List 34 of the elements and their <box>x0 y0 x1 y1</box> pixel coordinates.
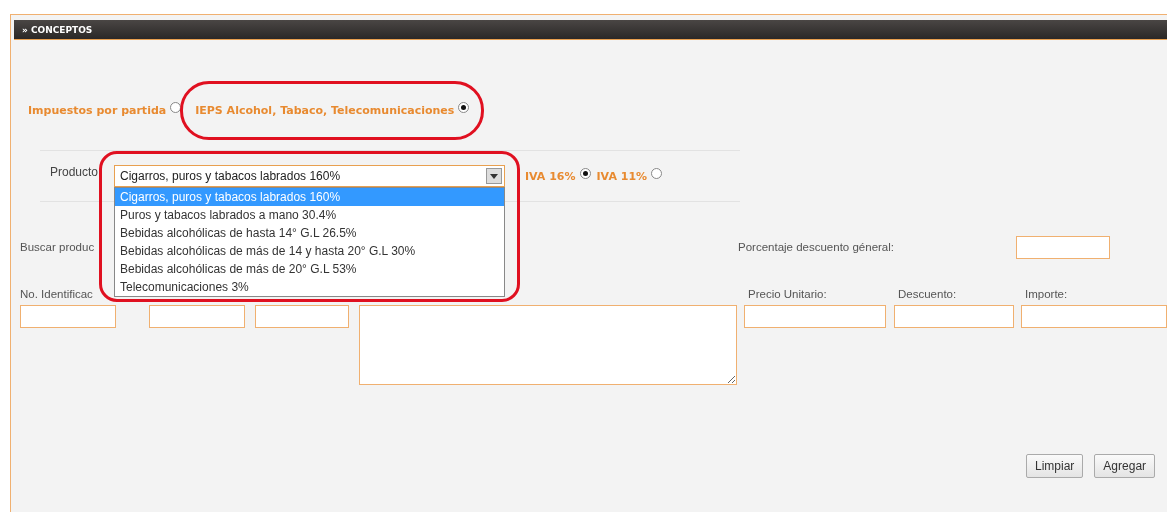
radio-button[interactable] <box>579 167 591 179</box>
input-field[interactable] <box>894 305 1014 328</box>
dropdown-option[interactable]: Puros y tabacos labrados a mano 30.4% <box>115 206 504 224</box>
form-button[interactable]: Limpiar <box>1026 454 1084 478</box>
field-label: Importe: <box>1025 288 1068 300</box>
product-dropdown[interactable]: Cigarros, puros y tabacos labrados 160% <box>114 165 505 187</box>
dropdown-arrow-button[interactable] <box>486 168 502 184</box>
option-label: Impuestos por partida <box>28 103 167 117</box>
field-label: No. Identificac <box>19 288 94 300</box>
dropdown-option[interactable]: Bebidas alcohólicas de hasta 14° G.L 26.5% <box>115 224 504 242</box>
field-label: Descuento: <box>898 288 958 300</box>
text-area[interactable] <box>359 305 737 385</box>
input-field[interactable] <box>744 305 886 328</box>
field-label: Precio Unitario: <box>748 288 828 300</box>
field-label: Buscar produc <box>19 241 96 253</box>
section-title: » CONCEPTOS <box>21 24 93 35</box>
radio-button[interactable] <box>170 101 182 113</box>
caret-icon <box>490 173 498 179</box>
option-label: IVA 16% <box>525 169 576 183</box>
dropdown-option[interactable]: Telecomunicaciones 3% <box>115 278 504 296</box>
option-label: IEPS Alcohol, Tabaco, Telecomunicaciones <box>195 103 455 117</box>
field-label: Porcentaje descuento géneral: <box>738 241 895 253</box>
input-field[interactable] <box>1016 235 1110 259</box>
dropdown-option[interactable]: Bebidas alcohólicas de más de 20° G.L 53% <box>115 260 504 278</box>
form-button[interactable]: Agregar <box>1094 454 1156 478</box>
option-label: IVA 11% <box>596 169 648 183</box>
dropdown-option[interactable]: Bebidas alcohólicas de más de 14 y hasta 20° G.L 30% <box>115 242 504 260</box>
input-field[interactable] <box>255 305 349 328</box>
input-field[interactable] <box>1021 305 1167 328</box>
input-field[interactable] <box>149 305 245 328</box>
radio-button[interactable] <box>651 167 663 179</box>
radio-button[interactable] <box>458 101 470 113</box>
field-label: Producto <box>49 165 100 179</box>
input-field[interactable] <box>20 305 116 328</box>
